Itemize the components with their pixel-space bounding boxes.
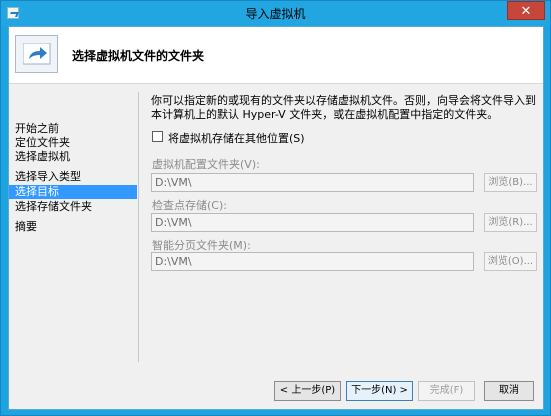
import-arrow-icon <box>15 35 58 73</box>
sidebar-item-before-you-begin[interactable]: 开始之前 <box>9 122 137 136</box>
wizard-header: 选择虚拟机文件的文件夹 <box>9 27 543 84</box>
sidebar-item-summary[interactable]: 摘要 <box>9 220 137 234</box>
wizard-client-area: 选择虚拟机文件的文件夹 开始之前 定位文件夹 选择虚拟机 选择导入类型 选择目标… <box>8 26 544 410</box>
previous-button[interactable]: < 上一步(P) <box>274 381 341 401</box>
finish-button[interactable]: 完成(F) <box>418 381 475 401</box>
title-bar[interactable]: 导入虚拟机 ✕ <box>1 1 550 26</box>
smart-paging-folder-input[interactable] <box>151 252 474 271</box>
wizard-content: 你可以指定新的或现有的文件夹以存储虚拟机文件。否则，向导会将文件导入到本计算机上… <box>151 84 539 368</box>
wizard-footer: < 上一步(P) 下一步(N) > 完成(F) 取消 <box>9 368 543 409</box>
browse-checkpoint-button[interactable]: 浏览(R)... <box>484 213 537 232</box>
sidebar-divider <box>138 92 139 362</box>
sidebar-item-locate-folder[interactable]: 定位文件夹 <box>9 136 137 150</box>
vm-config-folder-input[interactable] <box>151 173 474 192</box>
sidebar-item-choose-destination[interactable]: 选择目标 <box>9 185 137 199</box>
description-text: 你可以指定新的或现有的文件夹以存储虚拟机文件。否则，向导会将文件导入到本计算机上… <box>151 94 536 121</box>
vm-config-folder-label: 虚拟机配置文件夹(V): <box>152 158 260 171</box>
window-title: 导入虚拟机 <box>245 7 306 21</box>
smart-paging-folder-label: 智能分页文件夹(M): <box>152 239 251 252</box>
import-vm-wizard-window: 导入虚拟机 ✕ 选择虚拟机文件的文件夹 开始之前 定位文件夹 选择虚拟机 选择导… <box>0 0 551 416</box>
sidebar-item-storage-folders[interactable]: 选择存储文件夹 <box>9 200 137 214</box>
browse-smart-paging-button[interactable]: 浏览(O)... <box>484 252 537 271</box>
browse-config-button[interactable]: 浏览(B)... <box>484 173 537 192</box>
next-button[interactable]: 下一步(N) > <box>346 381 413 401</box>
checkpoint-store-label: 检查点存储(C): <box>152 199 227 212</box>
page-title: 选择虚拟机文件的文件夹 <box>72 49 205 63</box>
wizard-steps-sidebar: 开始之前 定位文件夹 选择虚拟机 选择导入类型 选择目标 选择存储文件夹 摘要 <box>9 84 137 368</box>
checkpoint-store-input[interactable] <box>151 213 474 232</box>
cancel-button[interactable]: 取消 <box>484 381 534 401</box>
store-elsewhere-checkbox[interactable] <box>152 131 163 142</box>
close-button[interactable]: ✕ <box>507 1 545 20</box>
store-elsewhere-label[interactable]: 将虚拟机存储在其他位置(S) <box>168 130 305 146</box>
sidebar-item-select-vm[interactable]: 选择虚拟机 <box>9 150 137 164</box>
sidebar-item-import-type[interactable]: 选择导入类型 <box>9 170 137 184</box>
wizard-body: 开始之前 定位文件夹 选择虚拟机 选择导入类型 选择目标 选择存储文件夹 摘要 … <box>9 84 543 368</box>
